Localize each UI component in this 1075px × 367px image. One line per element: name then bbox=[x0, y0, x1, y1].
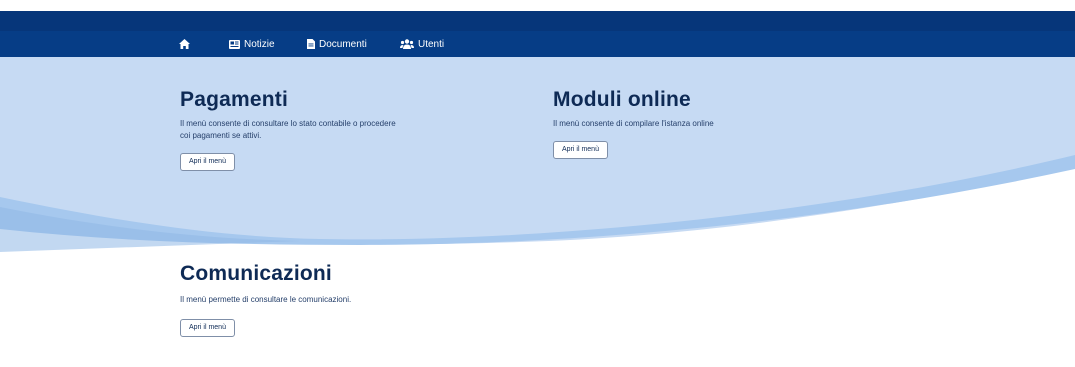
nav-documenti[interactable]: Documenti bbox=[307, 31, 367, 57]
hero-background bbox=[0, 57, 1075, 267]
nav-home[interactable] bbox=[179, 31, 190, 57]
pagamenti-description-line1: Il menù consente di consultare lo stato … bbox=[180, 119, 396, 128]
moduli-description-line1: Il menù consente di compilare l'istanza … bbox=[553, 119, 714, 128]
main-navbar: Notizie Documenti Utenti bbox=[0, 31, 1075, 57]
document-icon bbox=[307, 39, 315, 49]
nav-documenti-label: Documenti bbox=[319, 38, 367, 50]
users-icon bbox=[400, 39, 414, 49]
section-pagamenti: Pagamenti Il menù consente di consultare… bbox=[180, 88, 510, 171]
pagamenti-open-menu-button[interactable]: Apri il menù bbox=[180, 153, 235, 171]
comunicazioni-open-menu-button[interactable]: Apri il menù bbox=[180, 319, 235, 337]
nav-utenti-label: Utenti bbox=[418, 38, 445, 50]
comunicazioni-title: Comunicazioni bbox=[180, 262, 332, 285]
section-moduli-online: Moduli online Il menù consente di compil… bbox=[553, 88, 883, 159]
nav-notizie-label: Notizie bbox=[244, 38, 275, 50]
moduli-open-menu-button[interactable]: Apri il menù bbox=[553, 141, 608, 159]
nav-notizie[interactable]: Notizie bbox=[229, 31, 275, 57]
moduli-title: Moduli online bbox=[553, 88, 691, 111]
newspaper-icon bbox=[229, 39, 240, 49]
comunicazioni-description-line1: Il menù permette di consultare le comuni… bbox=[180, 295, 352, 304]
nav-utenti[interactable]: Utenti bbox=[400, 31, 444, 57]
pagamenti-title: Pagamenti bbox=[180, 88, 288, 111]
top-header-bar bbox=[0, 11, 1075, 31]
section-comunicazioni: Comunicazioni Il menù permette di consul… bbox=[180, 262, 510, 337]
home-icon bbox=[179, 39, 190, 49]
pagamenti-description-line2: coi pagamenti se attivi. bbox=[180, 131, 262, 140]
